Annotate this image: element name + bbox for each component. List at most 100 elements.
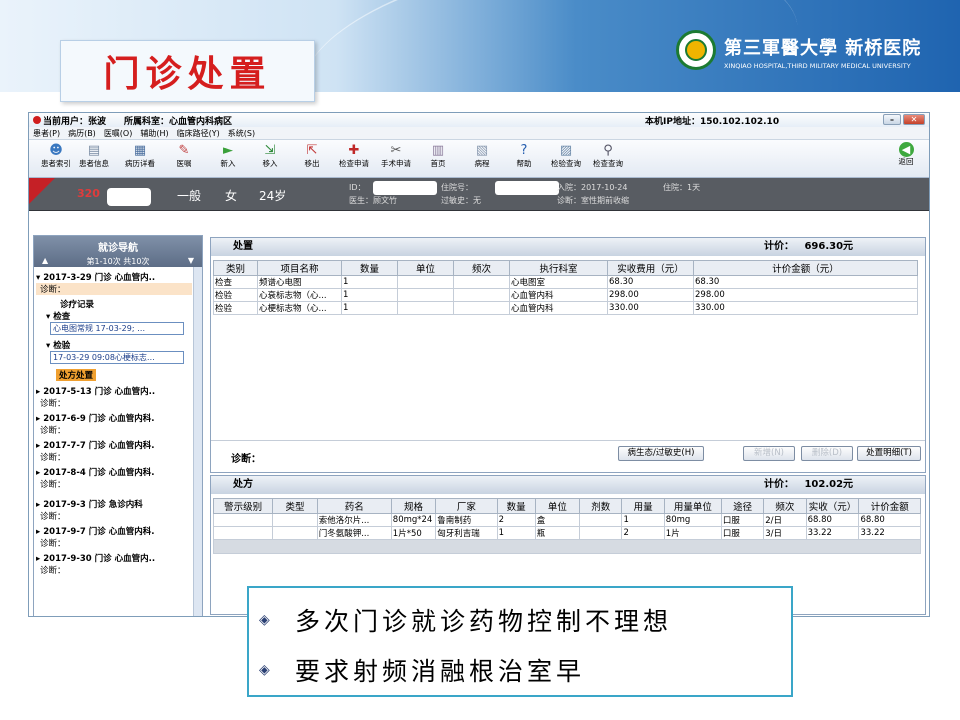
visit-item[interactable]: ▸ 2017-9-3 门诊 急诊内科 [36,498,143,510]
test-node[interactable]: ▾ 检验 [46,339,70,351]
nav-scrollbar[interactable] [193,267,202,616]
test-item[interactable]: 17-03-29 09:08心梗标志… [50,351,184,364]
arrow-right-icon: ► [223,143,233,158]
move-out-icon: ⇱ [306,143,318,158]
disposal-header: 处置 计价： 696.30元 [211,238,925,256]
doctor: 医生：顾文竹 [349,196,397,205]
lab-query-button[interactable]: ▨ 检验查询 [549,142,583,168]
window-titlebar: 当前用户：张波 所属科室：心血管内科病区 本机IP地址：150.102.102.… [29,113,929,127]
book-icon: ▥ [431,143,445,158]
visit-diagnosis: 诊断： [40,539,66,549]
table-row[interactable]: 索他洛尔片... 80mg*24 鲁南制药 2 盒 1 80mg 口服 2/日 68.80 68.8… [212,513,921,527]
patient-sex: 女 [225,189,238,203]
visit-diagnosis: 诊断： [40,512,66,522]
menu-orders[interactable]: 医嘱(O) [104,128,133,139]
hospital-name-en: XINQIAO HOSPITAL,THIRD MILITARY MEDICAL … [724,62,911,70]
visit-diagnosis: 诊断： [40,566,66,576]
delete-button[interactable]: 删除(D) [801,446,853,461]
add-button[interactable]: 新增(N) [743,446,795,461]
orders-button[interactable]: ✎ 医嘱 [167,142,201,168]
nav-title: 就诊导航 [98,243,138,254]
new-admit-button[interactable]: ► 新入 [211,142,245,168]
visit-navigator: 就诊导航 ▲ 第1-10次 共10次 ▼ ▾ 2017-3-29 门诊 心血管内..… [33,235,203,616]
user-icon [33,116,41,124]
patient-info-bar: 320 一般 女 24岁 ID： 医生：顾文竹 住院号： 过敏史：无 入院：20… [29,178,929,211]
move-in-icon: ⇲ [264,143,276,158]
move-in-button[interactable]: ⇲ 移入 [253,142,287,168]
exam-request-button[interactable]: ✚ 检查申请 [337,142,371,168]
patient-age: 24岁 [259,189,287,203]
redacted-id [373,181,437,195]
menu-system[interactable]: 系统(S) [228,128,255,139]
menu-pathway[interactable]: 临床路径(Y) [177,128,220,139]
hospital-logo [676,30,716,70]
visit-item[interactable]: ▸ 2017-6-9 门诊 心血管内科. [36,412,154,424]
current-user: 当前用户：张波 [43,116,107,127]
department: 所属科室：心血管内科病区 [124,116,233,127]
prescription-header: 处方 计价： 102.02元 [211,476,925,494]
patient-id-label: ID： [349,183,366,192]
chart-icon: ▨ [559,143,573,158]
summary-callout: ◈ 多次门诊就诊药物控制不理想 ◈ 要求射频消融根治室早 [247,586,793,697]
visit-diagnosis: 诊断： [40,480,66,490]
disposal-total: 696.30元 [804,241,854,252]
alert-corner [29,178,55,204]
visit-diagnosis: 诊断： [40,399,66,409]
slide-title: 门诊处置 [103,53,272,95]
hospital-name-cn: 第三軍醫大學 新桥医院 [724,38,922,59]
menu-record[interactable]: 病历(B) [68,128,96,139]
menu-aux[interactable]: 辅助(H) [140,128,168,139]
admit-date: 入院：2017-10-24 [557,183,628,192]
patient-index-button[interactable]: ☻ 患者索引 [39,142,73,168]
visit-item[interactable]: ▸ 2017-9-7 门诊 心血管内科. [36,525,154,537]
patient-info-button[interactable]: ▤ 患者信息 [77,142,111,168]
people-icon: ☻ [49,143,63,158]
progress-note-button[interactable]: ▧ 病程 [465,142,499,168]
ip-address: 本机IP地址：150.102.102.10 [645,116,780,127]
redacted-hosp-num [495,181,559,195]
check-node[interactable]: ▾ 检查 [46,310,70,322]
disposal-detail-button[interactable]: 处置明细(T) [857,446,921,461]
record-view-button[interactable]: ▦ 病历详看 [123,142,157,168]
minimize-button[interactable]: – [883,114,901,125]
visit-item[interactable]: ▸ 2017-9-30 门诊 心血管内.. [36,552,155,564]
visit-item[interactable]: ▸ 2017-7-7 门诊 心血管内科. [36,439,154,451]
diamond-bullet-icon: ◈ [259,612,274,628]
table-row[interactable]: 检查 频谱心电图 1 心电图室 68.30 68.30 [213,275,918,289]
scissors-icon: ✂ [390,143,402,158]
check-item[interactable]: 心电图常规 17-03-29; … [50,322,184,335]
nav-down-icon[interactable]: ▼ [188,256,194,267]
visit-diagnosis: 诊断： [40,453,66,463]
menu-patient[interactable]: 患者(P) [33,128,60,139]
visit-diagnosis: 诊断： [40,426,66,436]
help-icon: ? [520,143,528,158]
visit-item[interactable]: ▸ 2017-8-4 门诊 心血管内科. [36,466,154,478]
help-button[interactable]: ? 帮助 [507,142,541,168]
visit-item[interactable]: ▸ 2017-5-13 门诊 心血管内.. [36,385,155,397]
record-node[interactable]: 诊疗记录 [60,298,94,310]
table-row[interactable]: 检验 心梗标志物（心... 1 心血管内科 330.00 330.00 [213,301,918,315]
allergy-button[interactable]: 病生态/过敏史(H) [618,446,704,461]
rx-total-label: 计价： [764,479,794,490]
treatment-node[interactable]: 处方处置 [56,369,97,381]
allergy-history: 过敏史：无 [441,196,481,205]
close-button[interactable]: ✕ [903,114,925,125]
orders-icon: ✎ [178,143,190,158]
move-out-button[interactable]: ⇱ 移出 [295,142,329,168]
nav-header: 就诊导航 ▲ 第1-10次 共10次 ▼ [34,236,202,267]
home-page-button[interactable]: ▥ 首页 [421,142,455,168]
back-button[interactable]: ◀ 返回 [889,142,923,166]
visit-item[interactable]: ▾ 2017-3-29 门诊 心血管内.. [36,271,155,283]
diagnosis: 诊断：室性期前收缩 [557,196,629,205]
table-row[interactable]: 检验 心衰标志物（心... 1 心血管内科 298.00 298.00 [213,288,918,302]
visit-diagnosis: 诊断： [36,283,192,295]
exam-query-button[interactable]: ⚲ 检查查询 [591,142,625,168]
diagnosis-label: 诊断： [231,454,261,465]
back-arrow-icon: ◀ [898,142,914,157]
surgery-request-button[interactable]: ✂ 手术申请 [379,142,413,168]
table-row[interactable]: 门冬氨酸钾... 1片*50 匈牙利吉瑞 1 瓶 2 1片 口服 3/日 33.22 33.22 [212,526,921,540]
medical-kit-icon: ✚ [348,143,360,158]
disposal-panel: 处置 计价： 696.30元 类别 项目名称 数量 单位 频次 执行科室 实收费用（元） 计价金… [210,237,926,473]
nav-up-icon[interactable]: ▲ [42,256,48,267]
hospital-number-label: 住院号： [441,183,473,192]
